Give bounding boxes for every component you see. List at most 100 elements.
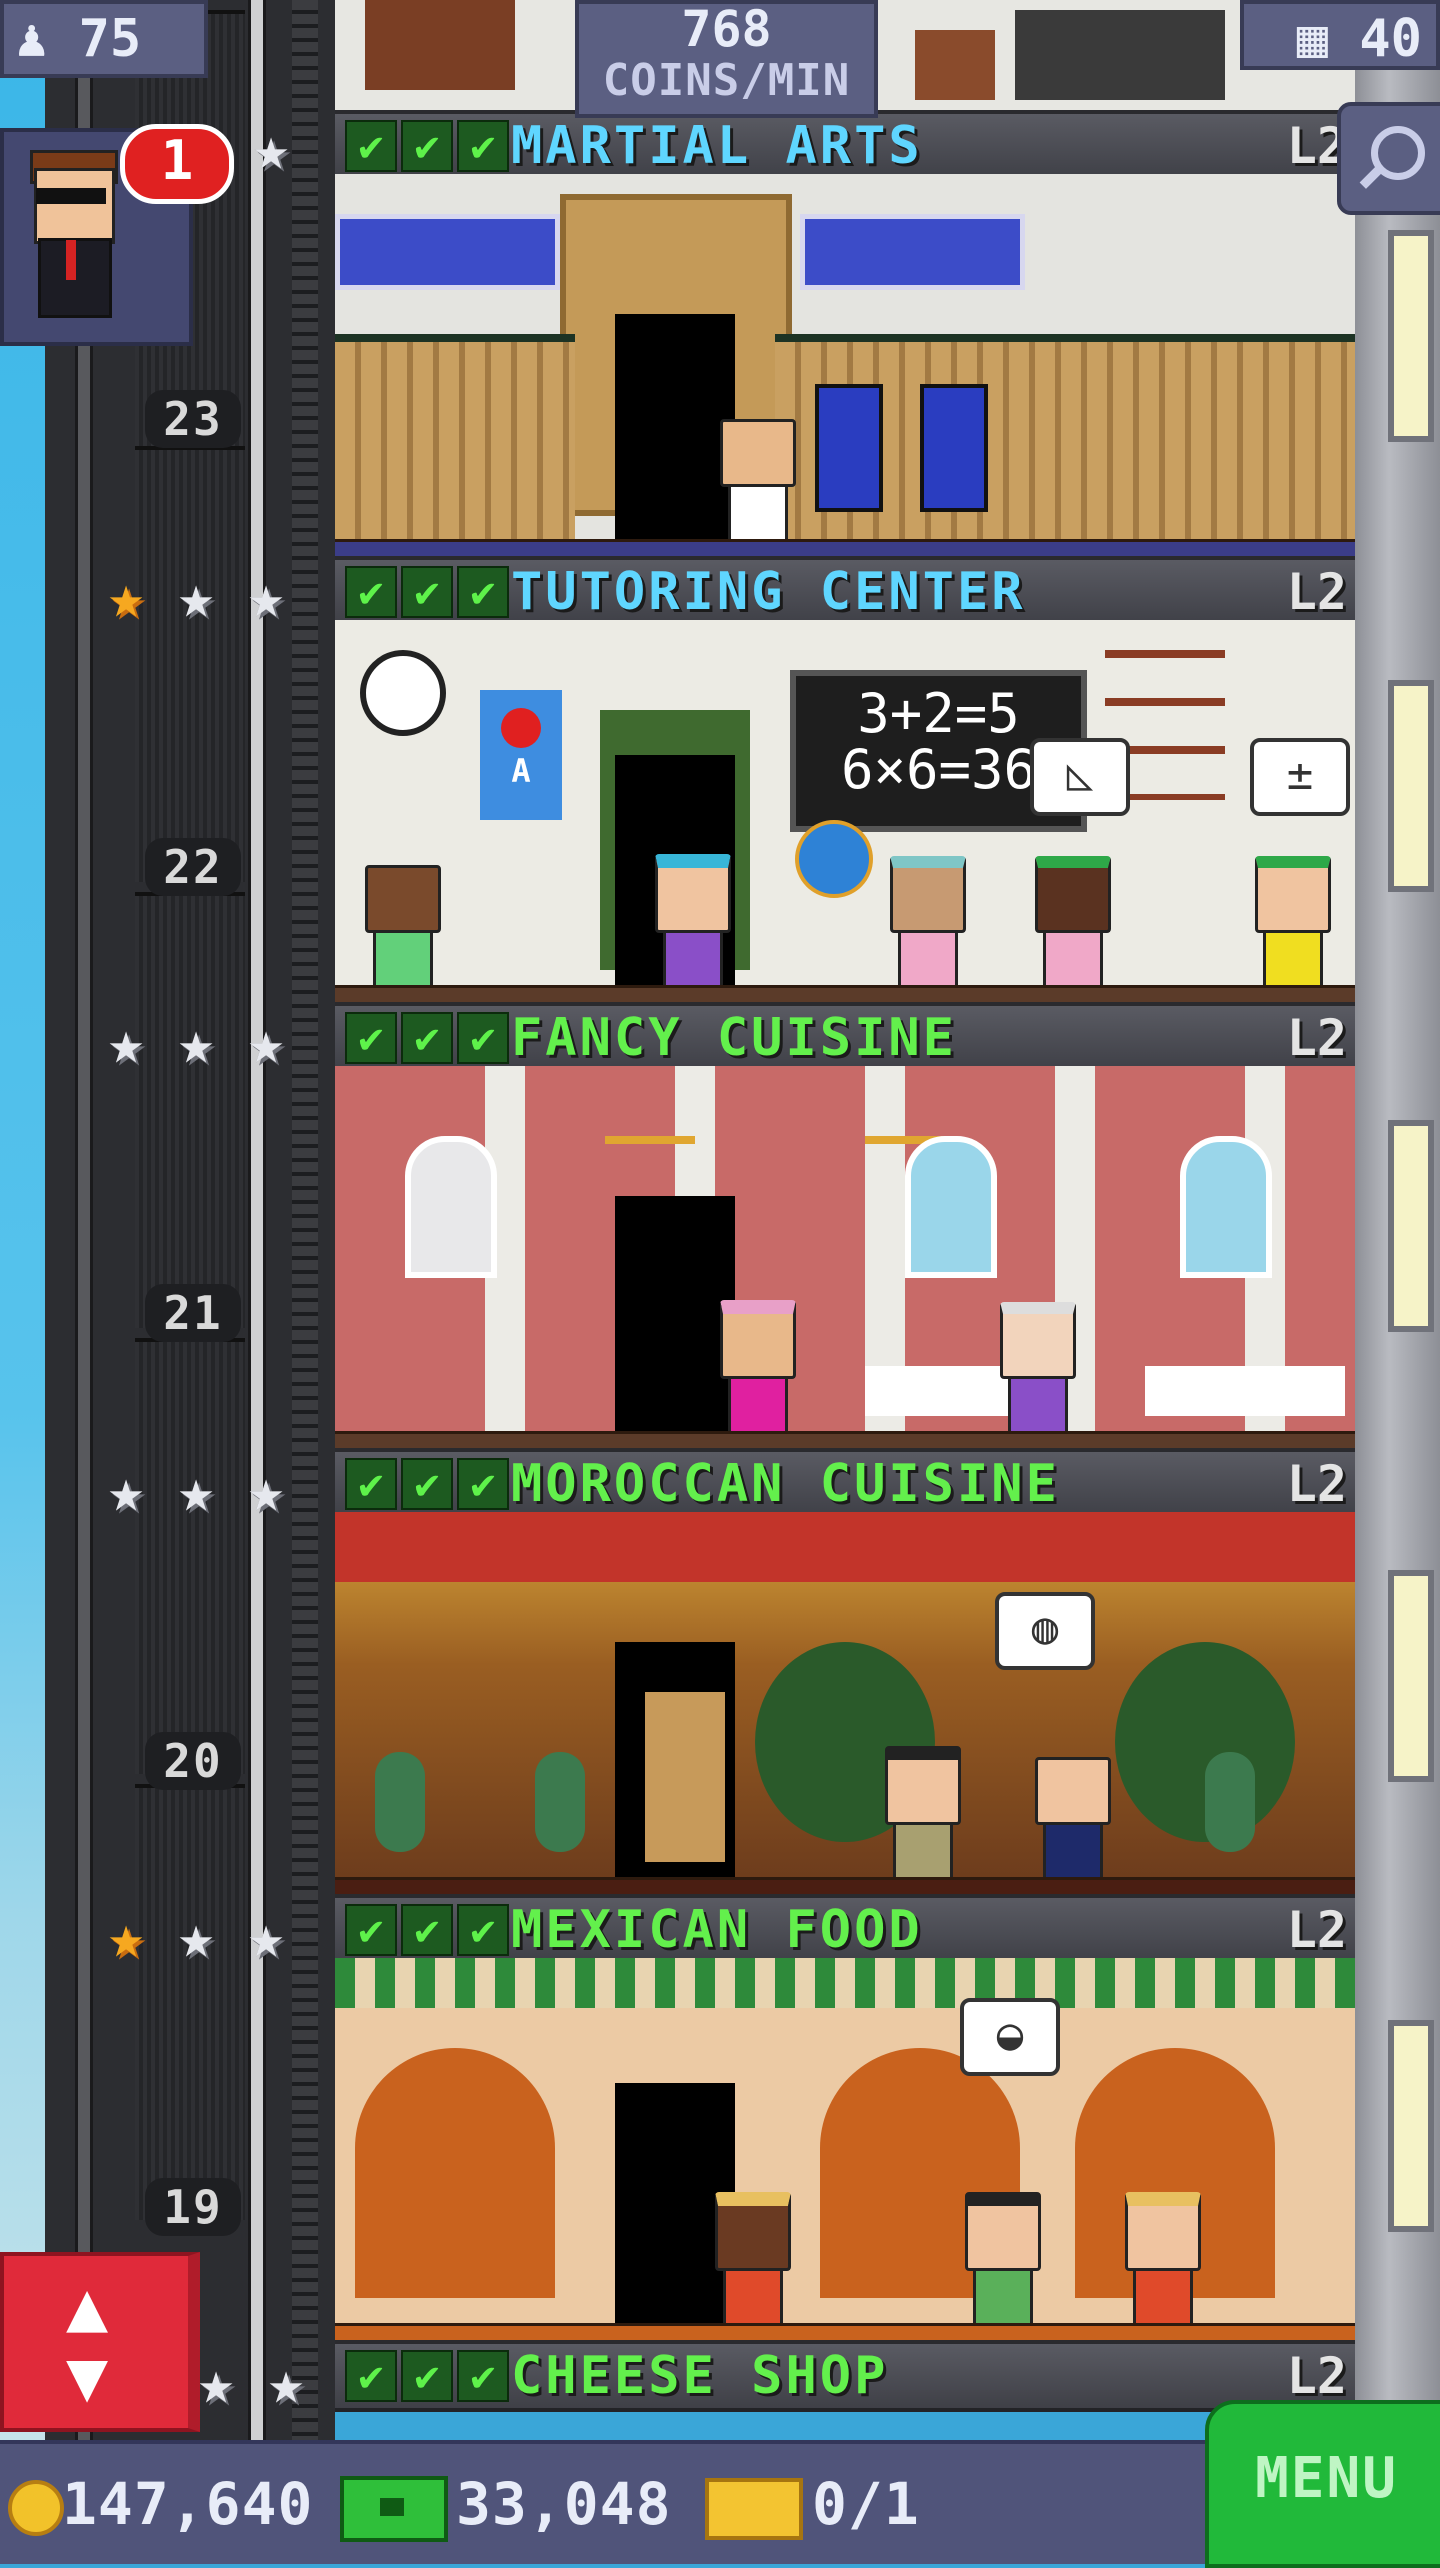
stock-checks: ✔ ✔ ✔ (345, 566, 509, 618)
thought-bubble[interactable]: ± (1250, 738, 1350, 816)
elevator-cell (135, 1338, 245, 1774)
floor-header[interactable]: ✔ ✔ ✔ MOROCCAN CUISINE L2 (335, 1448, 1355, 1520)
floor-number: 23 (145, 390, 241, 448)
resident[interactable] (1035, 856, 1111, 988)
check-icon: ✔ (401, 120, 453, 172)
coins-value[interactable]: 147,640 (62, 2444, 313, 2564)
vip-avatar (34, 168, 115, 244)
thought-bubble[interactable]: ◍ (995, 1592, 1095, 1670)
wall-window (1388, 230, 1434, 442)
floors-icon: ▦ (1296, 9, 1329, 69)
coins-per-min-label: COINS/MIN (602, 55, 851, 106)
floor-header[interactable]: ✔ ✔ ✔ TUTORING CENTER L2 (335, 556, 1355, 628)
star-icon: ★ (107, 562, 145, 632)
resident[interactable] (885, 1746, 961, 1880)
floor-cheese-shop[interactable]: ✔ ✔ ✔ CHEESE SHOP L2 (335, 2340, 1355, 2440)
resident[interactable] (715, 2192, 791, 2326)
wall-window (1388, 680, 1434, 892)
floor-stars: ★ ★ ★ (95, 1012, 297, 1076)
floor-level: L2 (1286, 1455, 1347, 1513)
check-icon: ✔ (401, 2350, 453, 2402)
room-tutoring-center[interactable]: A 3+2=5 6×6=36 ◺ ± (335, 620, 1355, 1002)
sky-background (0, 0, 45, 2560)
thought-bubble[interactable]: ◺ (1030, 738, 1130, 816)
resident[interactable] (1000, 1302, 1076, 1434)
star-icon: ★ (247, 1456, 285, 1526)
thought-bubble[interactable]: ◒ (960, 1998, 1060, 2076)
check-icon: ✔ (345, 1012, 397, 1064)
star-icon: ★ (252, 114, 290, 184)
resident[interactable] (720, 419, 796, 542)
chalkboard-line: 3+2=5 (857, 682, 1020, 745)
population-value: 75 (78, 9, 142, 69)
resident[interactable] (1255, 856, 1331, 988)
elevator-button[interactable]: ▲ ▼ (0, 2252, 200, 2432)
check-icon: ✔ (457, 1012, 509, 1064)
search-button[interactable] (1337, 102, 1440, 215)
banner (800, 214, 1025, 290)
population-counter[interactable]: ♟ 75 (0, 0, 208, 78)
floor-header[interactable]: ✔ ✔ ✔ MEXICAN FOOD L2 (335, 1894, 1355, 1966)
coins-per-min-display[interactable]: 768 COINS/MIN (575, 0, 878, 118)
floor-moroccan-cuisine[interactable]: ✔ ✔ ✔ MOROCCAN CUISINE L2 ◍ (335, 1448, 1355, 1894)
food-icon: ◒ (996, 2009, 1024, 2060)
floor-name: CHEESE SHOP (511, 2346, 889, 2406)
resident[interactable] (1035, 1757, 1111, 1880)
floor-name: FANCY CUISINE (511, 1008, 957, 1068)
search-icon-handle (1359, 164, 1385, 189)
floor-strip (335, 2323, 1355, 2340)
plate-icon: ◍ (1031, 1603, 1059, 1654)
floor-header[interactable]: ✔ ✔ ✔ CHEESE SHOP L2 (335, 2340, 1355, 2412)
floor-strip (335, 1431, 1355, 1448)
resident[interactable] (655, 854, 731, 988)
floor-fancy-cuisine[interactable]: ✔ ✔ ✔ FANCY CUISINE L2 (335, 1002, 1355, 1448)
tickets-value[interactable]: 0/1 (812, 2444, 920, 2564)
floor-mexican-food[interactable]: ✔ ✔ ✔ MEXICAN FOOD L2 ◒ (335, 1894, 1355, 2340)
floor-stars: ★ ★ ★ (95, 1906, 297, 1970)
window (1180, 1136, 1272, 1278)
floor-header[interactable]: ✔ ✔ ✔ FANCY CUISINE L2 (335, 1002, 1355, 1074)
bux-icon (340, 2476, 448, 2542)
floor-level: L2 (1286, 2347, 1347, 2405)
floor-name: MOROCCAN CUISINE (511, 1454, 1060, 1514)
clock-icon (360, 650, 446, 736)
poster-letter: A (511, 752, 531, 790)
globe (795, 820, 873, 898)
floor-level: L2 (1286, 1009, 1347, 1067)
chandelier (605, 1086, 695, 1144)
vip-notification-badge[interactable]: 1 (120, 124, 234, 204)
resident[interactable] (965, 2192, 1041, 2326)
menu-button[interactable]: MENU (1205, 2400, 1440, 2568)
resident[interactable] (1125, 2192, 1201, 2326)
chair (535, 1752, 585, 1852)
check-icon: ✔ (345, 120, 397, 172)
floor-header[interactable]: ✔ ✔ ✔ MARTIAL ARTS L2 (335, 110, 1355, 182)
check-icon: ✔ (401, 1458, 453, 1510)
wall-window (1388, 1120, 1434, 1332)
star-icon: ★ (177, 1008, 215, 1078)
elevator-up-arrow-icon: ▲ (66, 2265, 109, 2347)
elevator-rail-left (75, 0, 93, 2440)
room-moroccan-cuisine[interactable]: ◍ (335, 1512, 1355, 1894)
floor-counter[interactable]: ▦ 40 (1240, 0, 1440, 70)
floor-level: L2 (1286, 563, 1347, 621)
floor-tutoring-center[interactable]: ✔ ✔ ✔ TUTORING CENTER L2 A 3+2=5 6×6=36 … (335, 556, 1355, 1002)
floor-martial-arts[interactable]: ✔ ✔ ✔ MARTIAL ARTS L2 (335, 110, 1355, 556)
wall-window (1388, 1570, 1434, 1782)
decorative-border (335, 1958, 1355, 2008)
elevator-down-arrow-icon: ▼ (66, 2335, 109, 2417)
resident[interactable] (890, 856, 966, 988)
room-fancy-cuisine[interactable] (335, 1066, 1355, 1448)
floor-level: L2 (1286, 1901, 1347, 1959)
punching-bag (920, 384, 988, 512)
floor-number: 22 (145, 838, 241, 896)
bux-value[interactable]: 33,048 (456, 2444, 672, 2564)
room-martial-arts[interactable] (335, 174, 1355, 556)
star-icon: ★ (247, 562, 285, 632)
room-mexican-food[interactable]: ◒ (335, 1958, 1355, 2340)
resident[interactable] (720, 1300, 796, 1434)
ticket-icon (705, 2478, 803, 2540)
elevator-cell (135, 892, 245, 1328)
check-icon: ✔ (457, 2350, 509, 2402)
resident[interactable] (365, 865, 441, 988)
